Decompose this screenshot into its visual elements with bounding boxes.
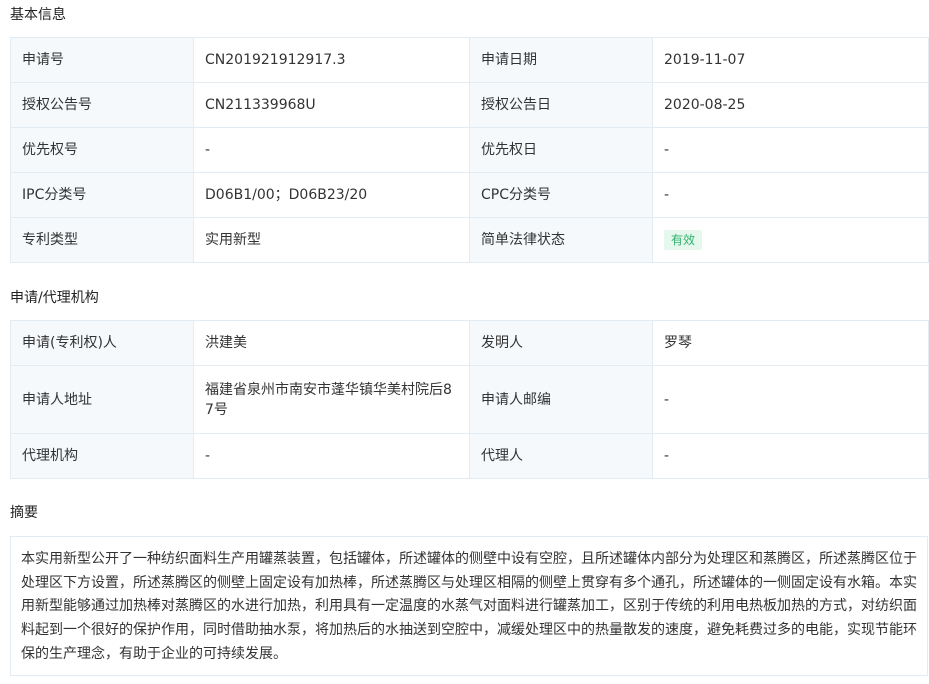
grant-date-value: 2020-08-25 [652, 82, 929, 128]
application-date-value: 2019-11-07 [652, 37, 929, 83]
table-row: 代理机构 - 代理人 - [10, 433, 929, 479]
table-row: 申请人地址 福建省泉州市南安市蓬华镇华美村院后87号 申请人邮编 - [10, 365, 929, 434]
table-row: 授权公告号 CN211339968U 授权公告日 2020-08-25 [10, 82, 929, 128]
applicant-label: 申请(专利权)人 [10, 320, 194, 366]
table-row: 专利类型 实用新型 简单法律状态 有效 [10, 217, 929, 263]
cpc-class-label: CPC分类号 [469, 172, 653, 218]
grant-date-label: 授权公告日 [469, 82, 653, 128]
table-row: 优先权号 - 优先权日 - [10, 127, 929, 173]
legal-status-label: 简单法律状态 [469, 217, 653, 263]
application-number-label: 申请号 [10, 37, 194, 83]
inventor-value: 罗琴 [652, 320, 929, 366]
priority-date-label: 优先权日 [469, 127, 653, 173]
grant-number-value: CN211339968U [193, 82, 470, 128]
applicant-address-label: 申请人地址 [10, 365, 194, 434]
agent-label: 代理人 [469, 433, 653, 479]
inventor-label: 发明人 [469, 320, 653, 366]
applicant-postcode-label: 申请人邮编 [469, 365, 653, 434]
ipc-class-value: D06B1/00；D06B23/20 [193, 172, 470, 218]
table-row: 申请(专利权)人 洪建美 发明人 罗琴 [10, 320, 929, 366]
basic-info-table: 申请号 CN201921912917.3 申请日期 2019-11-07 授权公… [10, 37, 929, 263]
priority-number-value: - [193, 127, 470, 173]
application-date-label: 申请日期 [469, 37, 653, 83]
patent-type-label: 专利类型 [10, 217, 194, 263]
cpc-class-value: - [652, 172, 929, 218]
status-badge: 有效 [664, 230, 703, 250]
agency-value: - [193, 433, 470, 479]
application-number-value: CN201921912917.3 [193, 37, 470, 83]
applicant-value: 洪建美 [193, 320, 470, 366]
agency-label: 代理机构 [10, 433, 194, 479]
abstract-text: 本实用新型公开了一种纺织面料生产用罐蒸装置，包括罐体，所述罐体的侧壁中设有空腔，… [10, 536, 928, 676]
applicant-address-value: 福建省泉州市南安市蓬华镇华美村院后87号 [193, 365, 470, 434]
agent-value: - [652, 433, 929, 479]
agency-title: 申请/代理机构 [10, 290, 99, 306]
basic-info-title: 基本信息 [10, 7, 66, 23]
applicant-postcode-value: - [652, 365, 929, 434]
legal-status-cell: 有效 [652, 217, 929, 263]
abstract-title: 摘要 [10, 505, 38, 521]
ipc-class-label: IPC分类号 [10, 172, 194, 218]
table-row: IPC分类号 D06B1/00；D06B23/20 CPC分类号 - [10, 172, 929, 218]
agency-table: 申请(专利权)人 洪建美 发明人 罗琴 申请人地址 福建省泉州市南安市蓬华镇华美… [10, 320, 929, 479]
table-row: 申请号 CN201921912917.3 申请日期 2019-11-07 [10, 37, 929, 83]
patent-type-value: 实用新型 [193, 217, 470, 263]
grant-number-label: 授权公告号 [10, 82, 194, 128]
priority-date-value: - [652, 127, 929, 173]
priority-number-label: 优先权号 [10, 127, 194, 173]
